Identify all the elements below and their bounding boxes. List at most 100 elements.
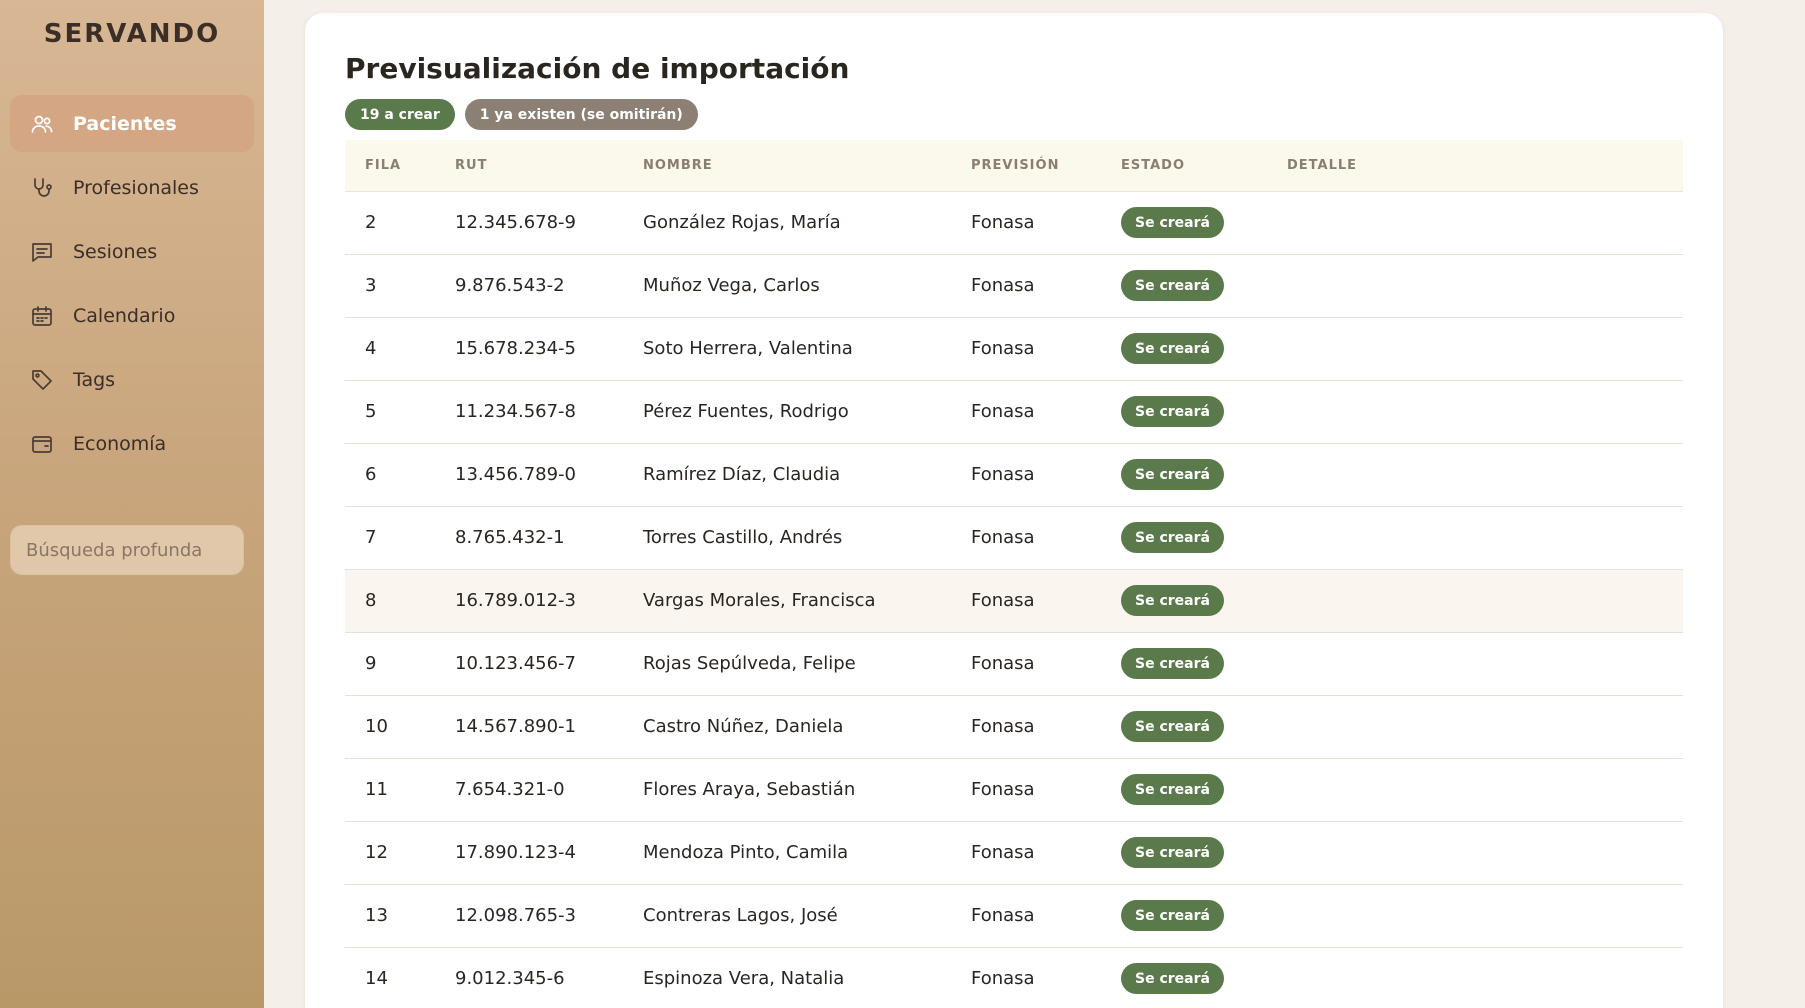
- column-header-fila: FILA: [345, 140, 435, 192]
- cell-estado: Se creará: [1101, 632, 1267, 696]
- cell-nombre: Mendoza Pinto, Camila: [623, 821, 951, 885]
- cell-fila: 8: [345, 569, 435, 633]
- cell-estado: Se creará: [1101, 758, 1267, 822]
- already-exist-badge: 1 ya existen (se omitirán): [464, 99, 698, 130]
- sidebar-nav: Pacientes Profesionales Sesiones Calenda…: [10, 95, 254, 472]
- cell-fila: 7: [345, 506, 435, 570]
- cell-fila: 5: [345, 380, 435, 444]
- cell-nombre: Ramírez Díaz, Claudia: [623, 443, 951, 507]
- sidebar-item-tags[interactable]: Tags: [10, 351, 254, 408]
- cell-prevision: Fonasa: [951, 506, 1101, 570]
- cell-prevision: Fonasa: [951, 821, 1101, 885]
- column-header-prevision: PREVISIÓN: [951, 140, 1101, 192]
- sidebar-item-calendario[interactable]: Calendario: [10, 287, 254, 344]
- table-row: 7 8.765.432-1 Torres Castillo, Andrés Fonas…: [345, 506, 1683, 570]
- cell-detalle: [1267, 884, 1683, 948]
- cell-prevision: Fonasa: [951, 695, 1101, 759]
- cell-rut: 15.678.234-5: [435, 317, 623, 381]
- cell-nombre: Castro Núñez, Daniela: [623, 695, 951, 759]
- sidebar-item-label: Sesiones: [73, 240, 158, 263]
- status-badge: Se creará: [1121, 774, 1224, 805]
- cell-fila: 14: [345, 947, 435, 1008]
- cell-rut: 17.890.123-4: [435, 821, 623, 885]
- cell-detalle: [1267, 947, 1683, 1008]
- table-row: 5 11.234.567-8 Pérez Fuentes, Rodrigo Fonas…: [345, 380, 1683, 444]
- status-badge: Se creará: [1121, 711, 1224, 742]
- sidebar: SERVANDO Pacientes Profesionales Sesione…: [0, 0, 264, 1008]
- summary-badges: 19 a crear 1 ya existen (se omitirán): [345, 99, 1683, 131]
- cell-prevision: Fonasa: [951, 632, 1101, 696]
- cell-rut: 12.345.678-9: [435, 191, 623, 255]
- cell-prevision: Fonasa: [951, 758, 1101, 822]
- cell-estado: Se creará: [1101, 254, 1267, 318]
- cell-estado: Se creará: [1101, 947, 1267, 1008]
- cell-nombre: Espinoza Vera, Natalia: [623, 947, 951, 1008]
- sidebar-item-label: Profesionales: [73, 176, 199, 199]
- sidebar-item-pacientes[interactable]: Pacientes: [10, 95, 254, 152]
- table-row: 4 15.678.234-5 Soto Herrera, Valentina Fona…: [345, 317, 1683, 381]
- cell-estado: Se creará: [1101, 569, 1267, 633]
- cell-nombre: Pérez Fuentes, Rodrigo: [623, 380, 951, 444]
- cell-nombre: Muñoz Vega, Carlos: [623, 254, 951, 318]
- cell-detalle: [1267, 758, 1683, 822]
- cell-nombre: González Rojas, María: [623, 191, 951, 255]
- cell-rut: 8.765.432-1: [435, 506, 623, 570]
- sidebar-item-profesionales[interactable]: Profesionales: [10, 159, 254, 216]
- cell-detalle: [1267, 695, 1683, 759]
- cell-estado: Se creará: [1101, 380, 1267, 444]
- cell-fila: 11: [345, 758, 435, 822]
- page-title: Previsualización de importación: [345, 52, 850, 85]
- cell-rut: 7.654.321-0: [435, 758, 623, 822]
- app-root: SERVANDO Pacientes Profesionales Sesione…: [0, 0, 1805, 1008]
- table-body: 2 12.345.678-9 González Rojas, María Fonasa…: [345, 191, 1683, 1008]
- sidebar-item-sesiones[interactable]: Sesiones: [10, 223, 254, 280]
- table-row: 8 16.789.012-3 Vargas Morales, Francisca Fo…: [345, 569, 1683, 633]
- table-header: FILA RUT NOMBRE PREVISIÓN ESTADO DETALLE: [345, 140, 1683, 192]
- table-row: 2 12.345.678-9 González Rojas, María Fonasa…: [345, 191, 1683, 255]
- cell-detalle: [1267, 191, 1683, 255]
- cell-prevision: Fonasa: [951, 254, 1101, 318]
- table-row: 6 13.456.789-0 Ramírez Díaz, Claudia Fonasa…: [345, 443, 1683, 507]
- status-badge: Se creará: [1121, 585, 1224, 616]
- cell-fila: 12: [345, 821, 435, 885]
- status-badge: Se creará: [1121, 333, 1224, 364]
- cell-detalle: [1267, 317, 1683, 381]
- cell-rut: 9.876.543-2: [435, 254, 623, 318]
- cell-estado: Se creará: [1101, 884, 1267, 948]
- cell-prevision: Fonasa: [951, 191, 1101, 255]
- message-square-icon: [30, 240, 54, 264]
- cell-rut: 10.123.456-7: [435, 632, 623, 696]
- table-row: 9 10.123.456-7 Rojas Sepúlveda, Felipe Fona…: [345, 632, 1683, 696]
- cell-prevision: Fonasa: [951, 317, 1101, 381]
- cell-detalle: [1267, 443, 1683, 507]
- cell-nombre: Flores Araya, Sebastián: [623, 758, 951, 822]
- cell-rut: 12.098.765-3: [435, 884, 623, 948]
- cell-prevision: Fonasa: [951, 569, 1101, 633]
- cell-fila: 3: [345, 254, 435, 318]
- status-badge: Se creará: [1121, 963, 1224, 994]
- status-badge: Se creará: [1121, 270, 1224, 301]
- cell-nombre: Contreras Lagos, José: [623, 884, 951, 948]
- column-header-detalle: DETALLE: [1267, 140, 1683, 192]
- table-row: 13 12.098.765-3 Contreras Lagos, José Fonas…: [345, 884, 1683, 948]
- table-row: 12 17.890.123-4 Mendoza Pinto, Camila Fonas…: [345, 821, 1683, 885]
- cell-nombre: Rojas Sepúlveda, Felipe: [623, 632, 951, 696]
- table-row: 14 9.012.345-6 Espinoza Vera, Natalia Fonas…: [345, 947, 1683, 1008]
- cell-rut: 13.456.789-0: [435, 443, 623, 507]
- status-badge: Se creará: [1121, 900, 1224, 931]
- calendar-icon: [30, 304, 54, 328]
- cell-rut: 14.567.890-1: [435, 695, 623, 759]
- cell-fila: 6: [345, 443, 435, 507]
- column-header-estado: ESTADO: [1101, 140, 1267, 192]
- cell-fila: 10: [345, 695, 435, 759]
- cell-nombre: Vargas Morales, Francisca: [623, 569, 951, 633]
- table-row: 3 9.876.543-2 Muñoz Vega, Carlos Fonasa Se c…: [345, 254, 1683, 318]
- status-badge: Se creará: [1121, 648, 1224, 679]
- cell-detalle: [1267, 254, 1683, 318]
- table-row: 10 14.567.890-1 Castro Núñez, Daniela Fonas…: [345, 695, 1683, 759]
- sidebar-item-economia[interactable]: Economía: [10, 415, 254, 472]
- tag-icon: [30, 368, 54, 392]
- sidebar-item-label: Pacientes: [73, 112, 177, 135]
- to-create-badge: 19 a crear: [345, 99, 455, 130]
- deep-search-input[interactable]: [10, 525, 244, 575]
